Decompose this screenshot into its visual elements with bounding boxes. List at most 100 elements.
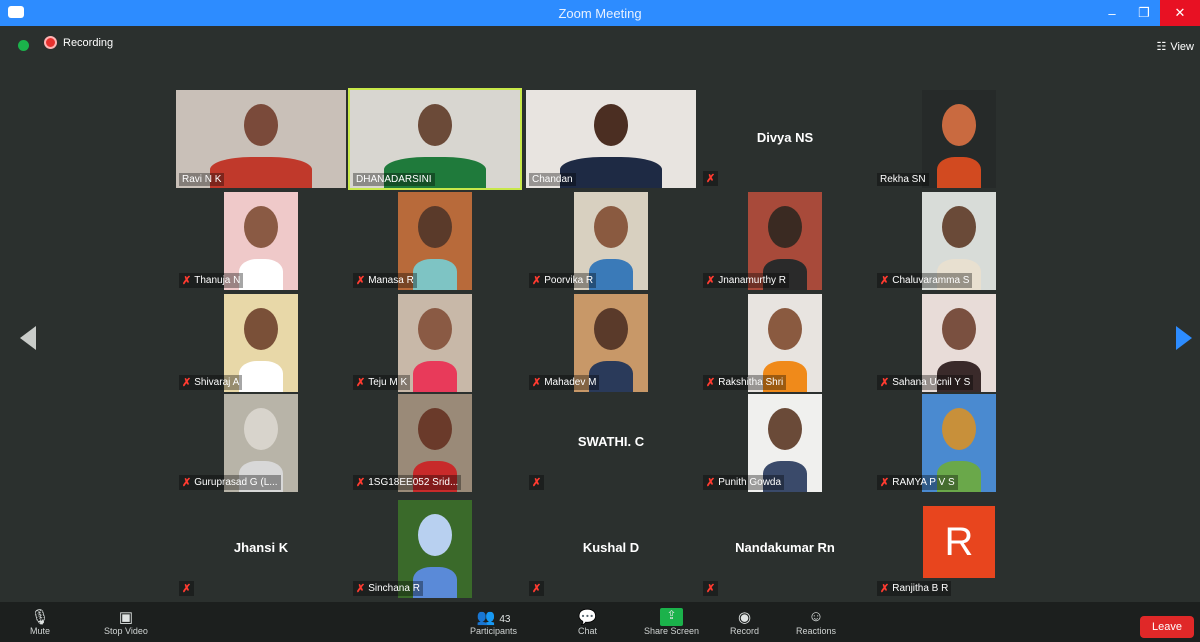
recording-indicator[interactable]: Recording <box>44 36 113 49</box>
participants-button[interactable]: 👥 43 Participants <box>470 608 517 636</box>
participant-name-bar: ✗ <box>703 581 719 596</box>
muted-mic-icon: ✗ <box>706 275 716 287</box>
connection-status-icon[interactable] <box>18 40 29 51</box>
participant-name: Mahadev M <box>544 377 597 388</box>
participant-tile[interactable]: ✗ Teju M K <box>350 294 520 392</box>
participant-name: Sinchana R <box>368 583 420 594</box>
muted-mic-icon: ✗ <box>182 583 192 595</box>
participant-tile[interactable]: ✗ Punith Gowda <box>700 394 870 492</box>
participant-name: Ranjitha B R <box>892 583 949 594</box>
participant-tile[interactable]: ✗ Jnanamurthy R <box>700 192 870 290</box>
participant-tile[interactable]: DHANADARSINI <box>348 88 522 190</box>
muted-mic-icon: ✗ <box>182 275 192 287</box>
participant-tile[interactable]: R ✗ Ranjitha B R <box>874 500 1044 598</box>
participant-name: Punith Gowda <box>718 477 782 488</box>
participant-name: Jnanamurthy R <box>718 275 787 286</box>
participant-name: Chandan <box>532 174 573 185</box>
participant-tile[interactable]: ✗ Sinchana R <box>350 500 520 598</box>
participant-name: Sahana Ucnil Y S <box>892 377 971 388</box>
participant-name-bar: ✗ <box>703 171 719 186</box>
participant-name-bar: ✗ <box>529 581 545 596</box>
chat-label: Chat <box>578 626 598 636</box>
participant-name-bar: Ravi N K <box>179 173 225 186</box>
stop-video-button[interactable]: ▣ Stop Video <box>104 608 148 636</box>
participant-tile[interactable]: Divya NS ✗ <box>700 90 870 188</box>
participant-tile[interactable]: ✗ RAMYA P V S <box>874 394 1044 492</box>
participant-name-bar: ✗ Sahana Ucnil Y S <box>877 375 974 390</box>
participant-name: RAMYA P V S <box>892 477 955 488</box>
window-title: Zoom Meeting <box>558 5 642 21</box>
muted-mic-icon: ✗ <box>706 477 716 489</box>
grid-view-icon: ☷ <box>1156 41 1167 53</box>
maximize-button[interactable]: ❐ <box>1128 0 1160 26</box>
participant-face <box>244 408 278 450</box>
participant-name-bar: Rekha SN <box>877 173 929 186</box>
participant-name: DHANADARSINI <box>356 174 432 185</box>
participant-face <box>418 514 452 556</box>
participant-name-bar: ✗ Mahadev M <box>529 375 600 390</box>
participant-face <box>942 206 976 248</box>
participant-tile[interactable]: ✗ Shivaraj A <box>176 294 346 392</box>
participant-name-bar: ✗ Ranjitha B R <box>877 581 952 596</box>
participant-name-bar: ✗ <box>179 581 195 596</box>
meeting-view: Recording ☷ View Ravi N K DHANADARSINI Cha… <box>0 26 1200 602</box>
participant-tile[interactable]: ✗ Thanuja N <box>176 192 346 290</box>
next-page-arrow-icon[interactable] <box>1176 326 1192 350</box>
participant-name-bar: ✗ Thanuja N <box>179 273 244 288</box>
view-button[interactable]: ☷ View <box>1156 40 1194 54</box>
participant-face <box>942 308 976 350</box>
participant-name-bar: ✗ Sinchana R <box>353 581 423 596</box>
participant-display-name: Divya NS <box>756 130 814 145</box>
previous-page-arrow-icon[interactable] <box>20 326 36 350</box>
stop-video-label: Stop Video <box>104 626 148 636</box>
chat-bubble-icon: 💬 <box>578 609 597 626</box>
recording-label: Recording <box>63 36 114 49</box>
participant-tile[interactable]: Jhansi K ✗ <box>176 500 346 598</box>
participant-tile[interactable]: Nandakumar Rn ✗ <box>700 500 870 598</box>
participant-tile[interactable]: Rekha SN <box>874 90 1044 188</box>
participant-tile[interactable]: Ravi N K <box>176 90 346 188</box>
participant-tile[interactable]: ✗ Sahana Ucnil Y S <box>874 294 1044 392</box>
zoom-app-icon <box>8 6 24 18</box>
participant-display-name: Kushal D <box>582 540 640 555</box>
participant-avatar: R <box>923 506 995 578</box>
participant-display-name: Jhansi K <box>233 540 289 555</box>
close-button[interactable]: ✕ <box>1160 0 1200 26</box>
participant-name: Guruprasad G (L... <box>194 477 278 488</box>
participant-tile[interactable]: ✗ Rakshitha Shri <box>700 294 870 392</box>
reactions-button[interactable]: ☺ Reactions <box>796 608 836 636</box>
record-button[interactable]: ◉ Record <box>730 608 759 636</box>
participant-name-bar: ✗ <box>529 475 545 490</box>
participant-name: Chaluvaramma S <box>892 275 970 286</box>
view-label: View <box>1170 40 1194 53</box>
window-controls: – ❐ ✕ <box>1096 0 1200 26</box>
muted-mic-icon: ✗ <box>356 583 366 595</box>
muted-mic-icon: ✗ <box>532 377 542 389</box>
participant-name-bar: Chandan <box>529 173 576 186</box>
participant-tile[interactable]: ✗ Mahadev M <box>526 294 696 392</box>
participant-tile[interactable]: ✗ Chaluvaramma S <box>874 192 1044 290</box>
participant-tile[interactable]: SWATHI. C ✗ <box>526 394 696 492</box>
participant-name-bar: ✗ Manasa R <box>353 273 417 288</box>
share-screen-button[interactable]: ⇪ Share Screen <box>644 608 699 636</box>
share-screen-icon: ⇪ <box>660 608 683 626</box>
participant-tile[interactable]: Chandan <box>526 90 696 188</box>
muted-mic-icon: ✗ <box>182 477 192 489</box>
mute-button[interactable]: 🎙 Mute <box>30 608 50 636</box>
participant-figure <box>936 156 982 188</box>
participant-tile[interactable]: ✗ Poorvika R <box>526 192 696 290</box>
minimize-button[interactable]: – <box>1096 0 1128 26</box>
title-bar: Zoom Meeting – ❐ ✕ <box>0 0 1200 26</box>
participant-name-bar: ✗ 1SG18EE052 Srid... <box>353 475 462 490</box>
leave-button[interactable]: Leave <box>1140 616 1194 638</box>
participant-face <box>942 104 976 146</box>
participant-tile[interactable]: ✗ 1SG18EE052 Srid... <box>350 394 520 492</box>
participant-tile[interactable]: Kushal D ✗ <box>526 500 696 598</box>
participant-name: Teju M K <box>368 377 408 388</box>
participant-tile[interactable]: ✗ Manasa R <box>350 192 520 290</box>
participant-tile[interactable]: ✗ Guruprasad G (L... <box>176 394 346 492</box>
chat-button[interactable]: 💬 Chat <box>578 608 597 636</box>
participant-name-bar: ✗ Chaluvaramma S <box>877 273 973 288</box>
participant-face <box>594 206 628 248</box>
participant-face <box>942 408 976 450</box>
